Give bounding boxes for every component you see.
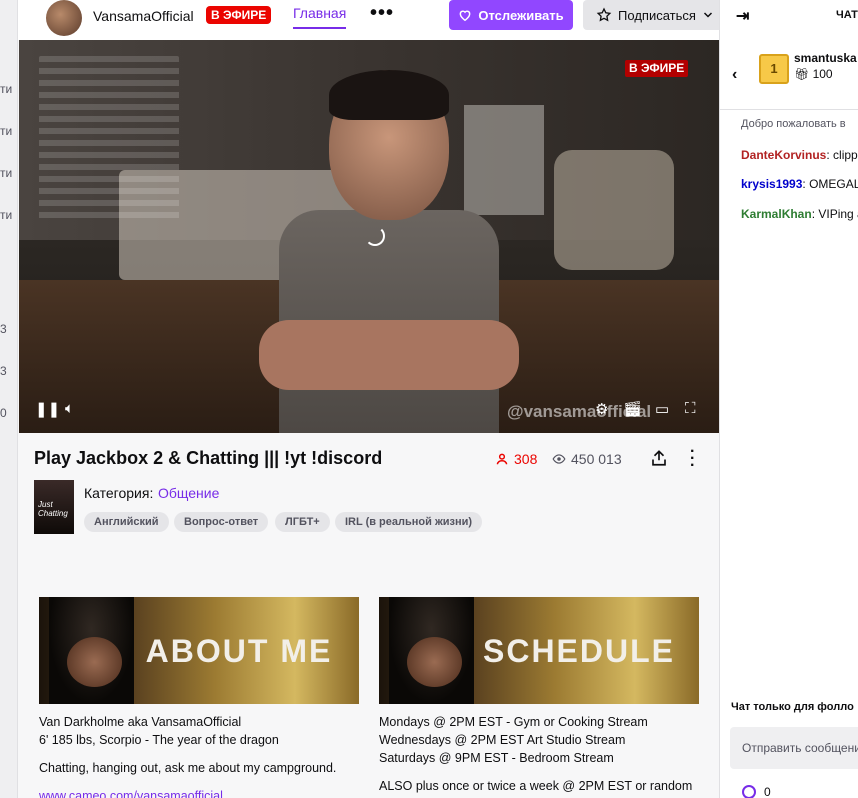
rail-item[interactable]: ти	[0, 82, 12, 96]
streamer-figure	[259, 70, 519, 433]
chat-input[interactable]: Отправить сообщени	[730, 727, 858, 769]
rail-item[interactable]: 3	[0, 322, 7, 336]
schedule-banner-text: SCHEDULE	[482, 633, 675, 669]
subscribe-button[interactable]: Подписаться	[583, 0, 727, 30]
schedule-panel-banner: SCHEDULE	[379, 597, 699, 704]
video-chat-overlay	[39, 56, 189, 224]
category-link[interactable]: Общение	[158, 485, 219, 501]
chat-welcome: Добро пожаловать в	[741, 118, 846, 130]
about-panel-banner: ABOUT ME	[39, 597, 359, 704]
schedule-panel-body: Mondays @ 2PM EST - Gym or Cooking Strea…	[379, 713, 692, 795]
chat-text: : VIPing a	[811, 207, 858, 221]
chat-text: : OMEGALU	[802, 177, 858, 191]
channel-points[interactable]: 0	[742, 785, 771, 798]
live-badge: В ЭФИРЕ	[206, 6, 272, 24]
chat-username[interactable]: krysis1993	[741, 177, 802, 191]
rail-item[interactable]: 0	[0, 406, 7, 420]
follow-label: Отслеживать	[478, 7, 564, 23]
fullscreen-icon[interactable]: ⛶	[685, 400, 696, 417]
chat-message: DanteKorvinus: clippe	[741, 148, 858, 162]
viewer-person-icon	[496, 453, 508, 465]
channel-points-value: 0	[764, 785, 771, 798]
rail-item[interactable]: ти	[0, 166, 12, 180]
gift-leaderboard: ‹ 1 smantuska 🎁︎ 100	[720, 40, 858, 110]
more-options-vertical-icon[interactable]: · · ·	[690, 444, 695, 474]
heart-icon	[459, 10, 471, 22]
rail-item[interactable]: ти	[0, 208, 12, 222]
box-art-text: Just Chatting	[38, 500, 68, 518]
settings-icon[interactable]: ⚙︎	[595, 400, 608, 418]
video-player[interactable]: В ЭФИРЕ ❚❚ 🔈︎ @vansamaofficial ⚙︎ 🎬︎ ▭ ⛶	[19, 40, 719, 433]
stream-title: Play Jackbox 2 & Chatting ||| !yt !disco…	[34, 448, 383, 468]
channel-header: VansamaOfficial В ЭФИРЕ Главная ••• Отсл…	[18, 0, 727, 40]
pause-icon[interactable]: ❚❚	[35, 400, 60, 418]
about-line: 6' 185 lbs, Scorpio - The year of the dr…	[39, 733, 279, 747]
share-icon[interactable]	[650, 449, 668, 472]
cameo-link[interactable]: www.cameo.com/vansamaofficial	[39, 787, 336, 798]
tag[interactable]: IRL (в реальной жизни)	[335, 512, 483, 532]
gift-count: 🎁︎ 100	[794, 67, 833, 81]
streamer-hair	[329, 70, 449, 120]
theatre-mode-icon[interactable]: ▭	[655, 400, 669, 418]
about-line: Van Darkholme aka VansamaOfficial	[39, 715, 242, 729]
total-views: 450 013	[552, 451, 622, 467]
category-label: Категория:	[84, 485, 154, 501]
chat-username[interactable]: KarmalKhan	[741, 207, 812, 221]
chat-message: krysis1993: OMEGALU	[741, 177, 858, 191]
clip-icon[interactable]: 🎬︎	[623, 400, 642, 418]
rail-item[interactable]: 3	[0, 364, 7, 378]
category-box-art[interactable]: Just Chatting	[34, 480, 74, 534]
follow-button[interactable]: Отслеживать	[449, 0, 573, 30]
schedule-line: ALSO plus once or twice a week @ 2PM EST…	[379, 779, 693, 793]
gift-badge-icon: 1	[759, 54, 789, 84]
schedule-line: Wednesdays @ 2PM EST Art Studio Stream	[379, 733, 626, 747]
video-live-badge: В ЭФИРЕ	[625, 60, 689, 77]
viewer-count: 308	[495, 451, 537, 467]
about-panel-body: Van Darkholme aka VansamaOfficial 6' 185…	[39, 713, 336, 798]
chevron-down-icon	[703, 12, 712, 18]
followers-only-notice: Чат только для фолло	[731, 701, 854, 713]
schedule-line: Mondays @ 2PM EST - Gym or Cooking Strea…	[379, 715, 648, 729]
loading-spinner-icon	[365, 226, 385, 246]
channel-points-icon	[742, 785, 756, 798]
total-views-value: 450 013	[571, 451, 622, 467]
tag[interactable]: Вопрос-ответ	[174, 512, 269, 532]
gift-user[interactable]: smantuska	[794, 51, 857, 65]
chat-text: : clippe	[826, 148, 858, 162]
chat-username[interactable]: DanteKorvinus	[741, 148, 826, 162]
rail-item[interactable]: ти	[0, 124, 12, 138]
more-options-icon[interactable]: •••	[370, 2, 394, 25]
tab-home[interactable]: Главная	[293, 5, 347, 29]
viewer-count-value: 308	[514, 451, 538, 467]
chat-panel: ⇥ ЧАТ ‹ 1 smantuska 🎁︎ 100 Добро пожалов…	[719, 0, 858, 798]
chevron-left-icon[interactable]: ‹	[732, 66, 737, 84]
about-banner-text: ABOUT ME	[145, 633, 333, 669]
left-rail: ти ти ти ти 3 3 0	[0, 0, 18, 798]
channel-name[interactable]: VansamaOfficial	[93, 8, 194, 24]
tag[interactable]: Английский	[84, 512, 169, 532]
schedule-line: Saturdays @ 9PM EST - Bedroom Stream	[379, 751, 614, 765]
channel-avatar[interactable]	[46, 0, 82, 36]
collapse-chat-icon[interactable]: ⇥	[736, 6, 749, 26]
streamer-arms	[259, 320, 519, 390]
chat-title: ЧАТ	[836, 9, 858, 21]
volume-icon[interactable]: 🔈︎	[65, 400, 74, 417]
chat-message: KarmalKhan: VIPing a	[741, 207, 858, 221]
tag[interactable]: ЛГБТ+	[275, 512, 330, 532]
chat-header: ⇥ ЧАТ	[720, 0, 858, 38]
subscribe-label: Подписаться	[618, 7, 696, 23]
about-line: Chatting, hanging out, ask me about my c…	[39, 761, 337, 775]
gift-count-value: 100	[812, 67, 833, 81]
eye-icon	[552, 454, 566, 464]
video-chair	[554, 150, 674, 270]
star-icon	[596, 7, 612, 22]
